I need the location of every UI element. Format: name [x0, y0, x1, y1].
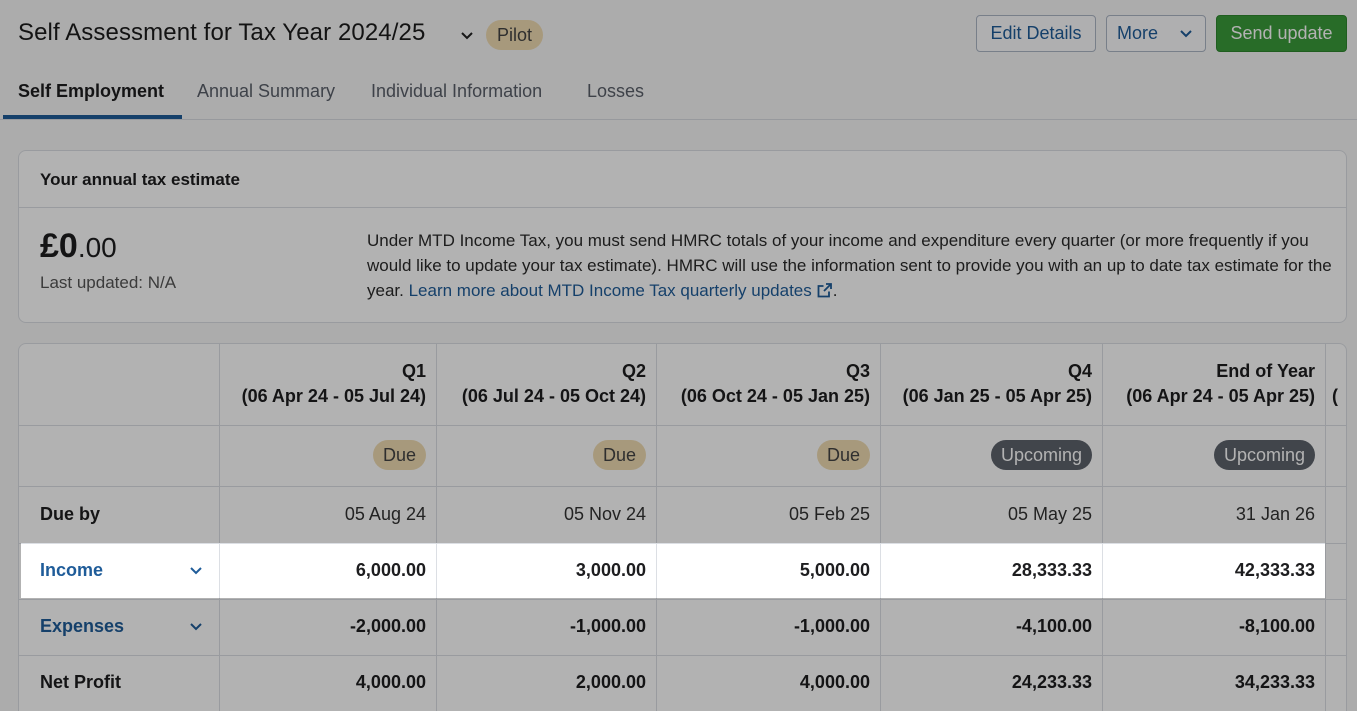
tab-self-employment[interactable]: Self Employment [18, 81, 164, 102]
amount-pence: .00 [77, 232, 117, 263]
partial-cell [1326, 426, 1346, 487]
learn-more-link[interactable]: Learn more about MTD Income Tax quarterl… [409, 281, 833, 300]
status-badge: Upcoming [1213, 440, 1315, 470]
income-label: Income [40, 560, 104, 580]
chevron-down-icon [1180, 30, 1192, 38]
expenses-row-toggle[interactable]: Expenses [19, 600, 220, 656]
column-header-q2: Q2 (06 Jul 24 - 05 Oct 24) [437, 344, 657, 426]
tab-individual-information[interactable]: Individual Information [371, 81, 542, 102]
page-header: Self Assessment for Tax Year 2024/25 Pil… [0, 0, 1357, 68]
info-end: . [832, 281, 838, 300]
chevron-down-icon [190, 567, 202, 575]
status-badge: Upcoming [990, 440, 1092, 470]
net-profit-cell: 34,233.33 [1103, 656, 1326, 711]
expenses-cell: -1,000.00 [437, 600, 657, 656]
column-name: Q1 [401, 361, 426, 381]
partial-column-header: ( [1326, 344, 1346, 426]
edit-details-button[interactable]: Edit Details [976, 15, 1096, 52]
partial-cell [1326, 600, 1346, 656]
status-cell: Upcoming [881, 426, 1103, 487]
last-updated: Last updated: N/A [40, 273, 177, 292]
tab-losses[interactable]: Losses [587, 81, 644, 102]
income-cell: 42,333.33 [1103, 544, 1326, 600]
due-by-cell: 05 Aug 24 [220, 487, 437, 544]
card-title: Your annual tax estimate [40, 170, 240, 189]
learn-more-link-text: Learn more about MTD Income Tax quarterl… [408, 281, 812, 300]
income-cell: 3,000.00 [437, 544, 657, 600]
net-profit-cell: 2,000.00 [437, 656, 657, 711]
income-row-toggle[interactable]: Income [19, 544, 220, 600]
status-badge: Due [816, 440, 870, 470]
expenses-cell: -2,000.00 [220, 600, 437, 656]
column-header-q4: Q4 (06 Jan 25 - 05 Apr 25) [881, 344, 1103, 426]
expenses-label: Expenses [40, 616, 125, 636]
income-cell: 5,000.00 [657, 544, 881, 600]
tab-bar: Self Employment Annual Summary Individua… [0, 68, 1357, 120]
due-by-cell: 05 Nov 24 [437, 487, 657, 544]
chevron-down-icon [190, 623, 202, 631]
income-cell: 28,333.33 [881, 544, 1103, 600]
partial-cell [1326, 487, 1346, 544]
more-button[interactable]: More [1106, 15, 1206, 52]
column-range: (06 Apr 24 - 05 Apr 25) [1126, 386, 1315, 406]
partial-cell [1326, 656, 1346, 711]
column-range: (06 Apr 24 - 05 Jul 24) [241, 386, 426, 406]
net-profit-label: Net Profit [19, 656, 220, 711]
tax-estimate-card: Your annual tax estimate £0.00 Last upda… [18, 150, 1347, 323]
amount-pounds: £0 [40, 227, 78, 265]
tab-annual-summary[interactable]: Annual Summary [197, 81, 335, 102]
table-corner [19, 344, 220, 426]
tax-estimate-amount: £0.00 [40, 227, 117, 266]
status-cell: Due [220, 426, 437, 487]
status-badge: Due [592, 440, 646, 470]
net-profit-cell: 4,000.00 [220, 656, 437, 711]
more-button-label: More [1117, 23, 1159, 43]
column-name: Q4 [1067, 361, 1092, 381]
card-header: Your annual tax estimate [19, 151, 1346, 208]
pilot-badge: Pilot [486, 20, 544, 50]
chevron-down-icon[interactable] [458, 27, 476, 45]
income-cell: 6,000.00 [220, 544, 437, 600]
column-range: (06 Oct 24 - 05 Jan 25) [680, 386, 870, 406]
status-badge: Due [372, 440, 426, 470]
partial-cell [1326, 544, 1346, 600]
status-cell: Due [437, 426, 657, 487]
column-range: (06 Jan 25 - 05 Apr 25) [902, 386, 1092, 406]
net-profit-cell: 24,233.33 [881, 656, 1103, 711]
due-by-cell: 05 May 25 [881, 487, 1103, 544]
quarterly-updates-table: Due by Income Expenses Net Profit Q1 (06 … [18, 343, 1347, 711]
column-name: End of Year [1216, 361, 1315, 381]
external-link-icon [817, 283, 832, 298]
column-header-q3: Q3 (06 Oct 24 - 05 Jan 25) [657, 344, 881, 426]
column-name: Q3 [845, 361, 870, 381]
active-tab-indicator [3, 115, 182, 119]
due-by-cell: 05 Feb 25 [657, 487, 881, 544]
column-range: (06 Jul 24 - 05 Oct 24) [461, 386, 646, 406]
mtd-info-text: Under MTD Income Tax, you must send HMRC… [367, 228, 1337, 303]
status-cell: Due [657, 426, 881, 487]
due-by-label: Due by [19, 487, 220, 544]
expenses-cell: -8,100.00 [1103, 600, 1326, 656]
net-profit-cell: 4,000.00 [657, 656, 881, 711]
expenses-cell: -1,000.00 [657, 600, 881, 656]
send-update-button[interactable]: Send update [1216, 15, 1347, 52]
status-cell: Upcoming [1103, 426, 1326, 487]
page-title[interactable]: Self Assessment for Tax Year 2024/25 [18, 19, 425, 47]
status-label-cell [19, 426, 220, 487]
column-header-q1: Q1 (06 Apr 24 - 05 Jul 24) [220, 344, 437, 426]
column-header-end-of-year: End of Year (06 Apr 24 - 05 Apr 25) [1103, 344, 1326, 426]
column-name: Q2 [621, 361, 646, 381]
due-by-cell: 31 Jan 26 [1103, 487, 1326, 544]
expenses-cell: -4,100.00 [881, 600, 1103, 656]
